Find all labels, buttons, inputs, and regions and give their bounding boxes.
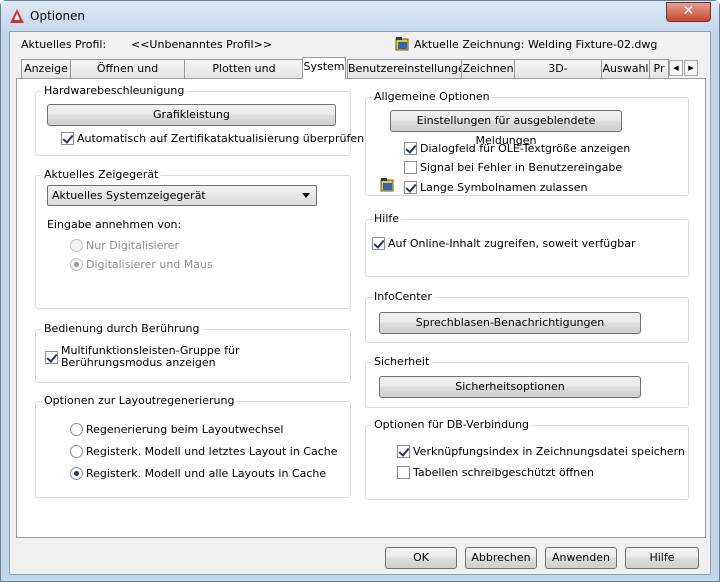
input-accept-label: Eingabe annehmen von: [47, 218, 182, 231]
tables-readonly-label: Tabellen schreibgeschützt öffnen [413, 466, 594, 479]
tab-scroll-right-icon[interactable]: ▶ [684, 60, 698, 76]
options-dialog: Optionen ✕ Aktuelles Profil: <<Unbenannt… [0, 0, 720, 582]
ok-button[interactable]: OK [385, 547, 457, 569]
db-connection-group-title: Optionen für DB-Verbindung [372, 418, 532, 431]
hardware-group-title: Hardwarebeschleunigung [42, 84, 187, 97]
tab-oeffnen-speichern[interactable]: Öffnen und Speichern [70, 59, 185, 78]
security-group-title: Sicherheit [372, 355, 432, 368]
radio-cache-all-layouts-label: Registerk. Modell und alle Layouts in Ca… [86, 467, 327, 480]
dialog-client-area: Aktuelles Profil: <<Unbenanntes Profil>>… [9, 31, 711, 575]
infocenter-group: InfoCenter Sprechblasen-Benachrichtigung… [365, 290, 689, 343]
help-button[interactable]: Hilfe [625, 547, 699, 569]
tab-profile-truncated[interactable]: Pr [649, 59, 669, 78]
tab-auswahl[interactable]: Auswahl [601, 59, 650, 78]
tab-anzeige[interactable]: Anzeige [21, 59, 71, 78]
infocenter-group-title: InfoCenter [372, 290, 434, 303]
general-options-group: Allgemeine Optionen Einstellungen für au… [365, 90, 689, 196]
profile-value: <<Unbenanntes Profil>> [131, 38, 273, 51]
layout-regen-group-title: Optionen zur Layoutregenerierung [42, 394, 237, 407]
radio-cache-all-layouts[interactable] [70, 467, 83, 480]
security-group: Sicherheit Sicherheitsoptionen [365, 355, 689, 408]
radio-digitizer-mouse-label: Digitalisierer und Maus [86, 258, 213, 271]
profile-label: Aktuelles Profil: [21, 38, 107, 51]
touch-ribbon-label: Multifunktionsleisten-Gruppe für Berühru… [61, 344, 240, 369]
hardware-group: Hardwarebeschleunigung Grafikleistung Au… [35, 84, 364, 156]
long-symbol-names-checkbox[interactable] [404, 181, 417, 194]
radio-digitizer-only[interactable] [70, 239, 83, 252]
radio-cache-last-layout[interactable] [70, 445, 83, 458]
error-beep-label: Signal bei Fehler in Benutzereingabe [420, 161, 623, 174]
help-group: Hilfe Auf Online-Inhalt zugreifen, sowei… [365, 212, 689, 277]
tab-3d-modellierung[interactable]: 3D-Modellierung [514, 59, 602, 78]
auto-certificate-checkbox[interactable] [61, 132, 74, 145]
hidden-messages-button[interactable]: Einstellungen für ausgeblendete Meldunge… [390, 110, 622, 147]
pointing-device-select[interactable]: Aktuelles Systemzeigegerät [47, 185, 317, 206]
tab-benutzereinstellungen[interactable]: Benutzereinstellungen [347, 59, 462, 78]
long-symbol-names-label: Lange Symbolnamen zulassen [420, 181, 588, 194]
cancel-button[interactable]: Abbrechen [465, 547, 537, 569]
radio-digitizer-only-label: Nur Digitalisierer [86, 239, 180, 252]
auto-certificate-label: Automatisch auf Zertifikataktualisierung… [77, 132, 365, 145]
close-button[interactable]: ✕ [666, 2, 711, 22]
radio-regen-on-switch[interactable] [70, 423, 83, 436]
online-content-checkbox[interactable] [372, 237, 385, 250]
help-group-title: Hilfe [372, 212, 402, 225]
window-title: Optionen [30, 9, 86, 23]
tab-plotten-publizieren[interactable]: Plotten und Publizieren [184, 59, 304, 78]
general-options-group-title: Allgemeine Optionen [372, 90, 492, 103]
title-bar[interactable]: Optionen ✕ [1, 1, 719, 31]
grafikleistung-button[interactable]: Grafikleistung [47, 104, 336, 126]
error-beep-checkbox[interactable] [404, 161, 417, 174]
drawing-label: Aktuelle Zeichnung: [414, 38, 525, 51]
online-content-label: Auf Online-Inhalt zugreifen, soweit verf… [388, 237, 636, 250]
security-options-button[interactable]: Sicherheitsoptionen [379, 376, 641, 398]
tab-zeichnen[interactable]: Zeichnen [461, 59, 515, 78]
balloon-notifications-button[interactable]: Sprechblasen-Benachrichtigungen [379, 312, 641, 334]
touch-ribbon-checkbox[interactable] [45, 351, 58, 364]
chevron-down-icon[interactable] [302, 193, 310, 198]
touch-group: Bedienung durch Berührung Multifunktions… [35, 322, 351, 383]
radio-regen-on-switch-label: Regenerierung beim Layoutwechsel [86, 423, 284, 436]
radio-cache-last-layout-label: Registerk. Modell und letztes Layout in … [86, 445, 338, 458]
radio-digitizer-mouse[interactable] [70, 258, 83, 271]
layout-regen-group: Optionen zur Layoutregenerierung Regener… [35, 394, 351, 498]
drawing-file-icon [395, 37, 409, 51]
apply-button[interactable]: Anwenden [545, 547, 617, 569]
drawing-setting-icon [380, 178, 394, 192]
pointing-group: Aktuelles Zeigegerät Aktuelles Systemzei… [35, 168, 351, 309]
pointing-group-title: Aktuelles Zeigegerät [42, 168, 161, 181]
touch-group-title: Bedienung durch Berührung [42, 322, 202, 335]
link-index-checkbox[interactable] [397, 445, 410, 458]
tab-scroll-left-icon[interactable]: ◀ [669, 60, 683, 76]
ole-dialog-checkbox[interactable] [404, 142, 417, 155]
tables-readonly-checkbox[interactable] [397, 466, 410, 479]
system-tab-page: Hardwarebeschleunigung Grafikleistung Au… [16, 78, 706, 538]
pointing-device-select-value: Aktuelles Systemzeigegerät [52, 189, 206, 202]
autocad-logo-icon [10, 9, 24, 23]
db-connection-group: Optionen für DB-Verbindung Verknüpfungsi… [365, 418, 689, 500]
link-index-label: Verknüpfungsindex in Zeichnungsdatei spe… [413, 445, 685, 458]
tab-system[interactable]: System [302, 57, 346, 79]
drawing-value: Welding Fixture-02.dwg [528, 38, 658, 51]
ole-dialog-label: Dialogfeld für OLE-Textgröße anzeigen [420, 142, 631, 155]
